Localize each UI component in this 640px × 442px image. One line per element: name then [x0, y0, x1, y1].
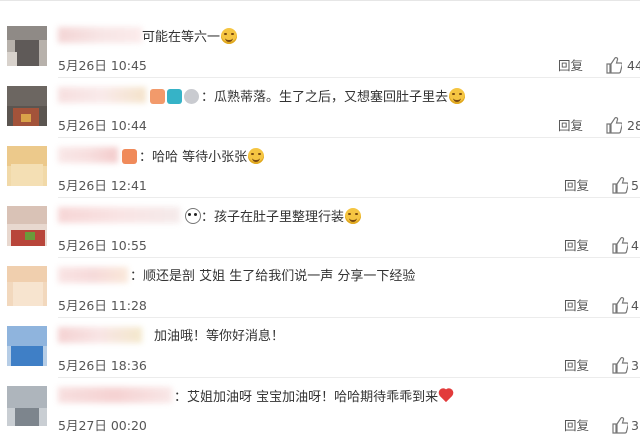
smirk-emoji-icon: [248, 148, 265, 164]
username-blurred[interactable]: [58, 327, 142, 343]
ring-icon: [184, 89, 199, 104]
comment-item: ：艾姐加油呀 宝宝加油呀！哈哈期待乖乖到来 5月27日 00:20 回复 3: [0, 378, 640, 438]
thumbs-up-icon[interactable]: [606, 56, 622, 74]
thumbs-up-icon[interactable]: [606, 116, 622, 134]
avatar[interactable]: [7, 326, 47, 366]
thumbs-up-icon[interactable]: [612, 236, 628, 254]
comment-item: ：孩子在肚子里整理行装 5月26日 10:55 回复 4: [0, 198, 640, 258]
comment-text: ：顺还是剖 艾姐 生了给我们说一声 分享一下经验: [130, 269, 416, 284]
reply-button[interactable]: 回复: [564, 298, 589, 314]
comment-text: 加油哦！等你好消息！: [154, 329, 285, 344]
username-blurred[interactable]: [58, 27, 142, 43]
top-divider: [0, 0, 640, 5]
thumbs-up-icon[interactable]: [612, 176, 628, 194]
like-count: 3: [631, 358, 639, 373]
comment-item: 加油哦！等你好消息！ 5月26日 18:36 回复 3: [0, 318, 640, 378]
comment-time: 5月27日 00:20: [58, 418, 147, 433]
comment-time: 5月26日 12:41: [58, 178, 147, 193]
like-count: 44: [627, 58, 640, 73]
panda-emoji-icon: [185, 208, 201, 224]
camera-icon: [167, 89, 182, 104]
comment-text: 可能在等六一: [142, 28, 238, 47]
thumbs-up-icon[interactable]: [612, 296, 628, 314]
emoji-icon: [122, 149, 137, 164]
like-count: 28: [627, 118, 640, 133]
smile-emoji-icon: [345, 208, 362, 224]
comment-time: 5月26日 10:44: [58, 118, 147, 133]
avatar[interactable]: [7, 386, 47, 426]
avatar[interactable]: [7, 26, 47, 66]
thumbs-up-icon[interactable]: [612, 356, 628, 374]
reply-button[interactable]: 回复: [558, 58, 583, 74]
username-blurred[interactable]: [58, 387, 172, 403]
avatar[interactable]: [7, 86, 47, 126]
emoji-icon: [150, 89, 165, 104]
avatar[interactable]: [7, 266, 47, 306]
reply-button[interactable]: 回复: [564, 358, 589, 374]
comment-time: 5月26日 18:36: [58, 358, 147, 373]
smile-emoji-icon: [221, 28, 238, 44]
comment-item: ：瓜熟蒂落。生了之后，又想塞回肚子里去 5月26日 10:44 回复 28: [0, 78, 640, 138]
comment-time: 5月26日 10:55: [58, 238, 147, 253]
grin-emoji-icon: [449, 88, 466, 104]
reply-button[interactable]: 回复: [564, 238, 589, 254]
like-count: 3: [631, 418, 639, 433]
comment-time: 5月26日 10:45: [58, 58, 147, 73]
thumbs-up-icon[interactable]: [612, 416, 628, 434]
comment-item: ：哈哈 等待小张张 5月26日 12:41 回复 5: [0, 138, 640, 198]
like-count: 5: [631, 178, 639, 193]
comment-item: ：顺还是剖 艾姐 生了给我们说一声 分享一下经验 5月26日 11:28 回复 …: [0, 258, 640, 318]
comment-text: ：艾姐加油呀 宝宝加油呀！哈哈期待乖乖到来: [174, 388, 455, 407]
comment-text: ：孩子在肚子里整理行装: [184, 208, 362, 227]
reply-button[interactable]: 回复: [558, 118, 583, 134]
comment-text: ：瓜熟蒂落。生了之后，又想塞回肚子里去: [150, 88, 466, 107]
comment-time: 5月26日 11:28: [58, 298, 147, 313]
like-count: 4: [631, 238, 639, 253]
heart-emoji-icon: [439, 388, 455, 404]
comment-text: ：哈哈 等待小张张: [122, 148, 265, 167]
comment-item: 可能在等六一 5月26日 10:45 回复 44: [0, 18, 640, 78]
username-blurred[interactable]: [58, 147, 118, 163]
avatar[interactable]: [7, 206, 47, 246]
avatar[interactable]: [7, 146, 47, 186]
like-count: 4: [631, 298, 639, 313]
reply-button[interactable]: 回复: [564, 418, 589, 434]
username-blurred[interactable]: [58, 267, 128, 283]
username-blurred[interactable]: [58, 207, 180, 223]
username-blurred[interactable]: [58, 87, 146, 103]
reply-button[interactable]: 回复: [564, 178, 589, 194]
